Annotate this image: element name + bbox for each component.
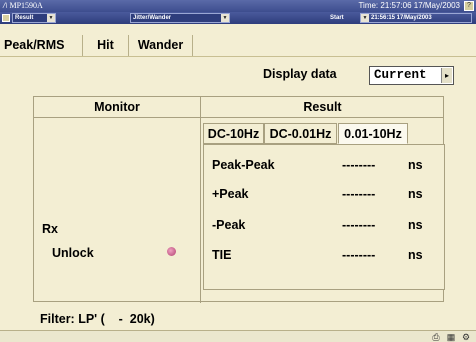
chevron-down-icon: ▼ bbox=[361, 14, 369, 22]
result-header: Result bbox=[201, 97, 444, 118]
tab-peak-rms[interactable]: Peak/RMS bbox=[0, 35, 83, 56]
chevron-right-icon: ▸ bbox=[441, 68, 452, 83]
result-value: -------- bbox=[342, 218, 376, 232]
chevron-down-icon: ▼ bbox=[221, 14, 229, 22]
clock: Time: 21:57:06 17/May/2003 bbox=[358, 1, 460, 10]
unlock-led-icon bbox=[167, 247, 176, 256]
result-label: TIE bbox=[212, 248, 232, 262]
result-value: -------- bbox=[342, 187, 376, 201]
menu-icon[interactable] bbox=[2, 14, 10, 22]
result-unit: ns bbox=[408, 158, 423, 172]
measure-select[interactable]: Jitter/Wander ▼ bbox=[130, 13, 230, 23]
chevron-down-icon: ▼ bbox=[47, 14, 55, 22]
result-value: -------- bbox=[342, 248, 376, 262]
app-logo: /\ MP1590A bbox=[3, 1, 43, 10]
mode-select-value: Result bbox=[15, 15, 34, 21]
start-time-select[interactable]: ▼ 21:56:15 17/May/2003 bbox=[360, 13, 472, 23]
start-time-value: 21:56:15 17/May/2003 bbox=[371, 15, 432, 21]
monitor-header: Monitor bbox=[34, 97, 200, 118]
start-button[interactable]: Start bbox=[330, 13, 358, 23]
status-bar: ⎙ ▦ ⚙ bbox=[0, 330, 476, 342]
measure-select-value: Jitter/Wander bbox=[133, 15, 172, 21]
display-data-label: Display data bbox=[263, 67, 337, 81]
filter-label: Filter: LP' ( - 20k) bbox=[40, 312, 155, 326]
toolbar: Result ▼ Jitter/Wander ▼ Start ▼ 21:56:1… bbox=[0, 12, 476, 24]
result-box: Peak-Peak -------- ns +Peak -------- ns … bbox=[203, 144, 445, 290]
result-label: -Peak bbox=[212, 218, 246, 232]
result-value: -------- bbox=[342, 158, 376, 172]
title-bar: /\ MP1590A Time: 21:57:06 17/May/2003 ? bbox=[0, 0, 476, 12]
filter-tab-dc-0-01hz[interactable]: DC-0.01Hz bbox=[264, 123, 337, 144]
filter-tab-0-01-10hz[interactable]: 0.01-10Hz bbox=[338, 123, 408, 144]
display-data-value: Current bbox=[374, 68, 427, 82]
help-icon[interactable]: ? bbox=[464, 1, 474, 11]
table-icon[interactable]: ▦ bbox=[445, 332, 457, 342]
unlock-label: Unlock bbox=[52, 246, 94, 260]
settings-icon[interactable]: ⚙ bbox=[460, 332, 472, 342]
tab-hit[interactable]: Hit bbox=[83, 35, 129, 56]
rx-label: Rx bbox=[42, 222, 58, 236]
filter-tab-dc-10hz[interactable]: DC-10Hz bbox=[203, 123, 264, 144]
tab-divider bbox=[0, 56, 476, 57]
result-unit: ns bbox=[408, 187, 423, 201]
result-unit: ns bbox=[408, 218, 423, 232]
tab-wander[interactable]: Wander bbox=[129, 35, 193, 56]
result-label: +Peak bbox=[212, 187, 249, 201]
result-label: Peak-Peak bbox=[212, 158, 275, 172]
display-data-select[interactable]: Current ▸ bbox=[369, 66, 454, 85]
panel-divider bbox=[200, 97, 201, 303]
mode-select[interactable]: Result ▼ bbox=[12, 13, 56, 23]
result-unit: ns bbox=[408, 248, 423, 262]
print-icon[interactable]: ⎙ bbox=[430, 332, 442, 342]
